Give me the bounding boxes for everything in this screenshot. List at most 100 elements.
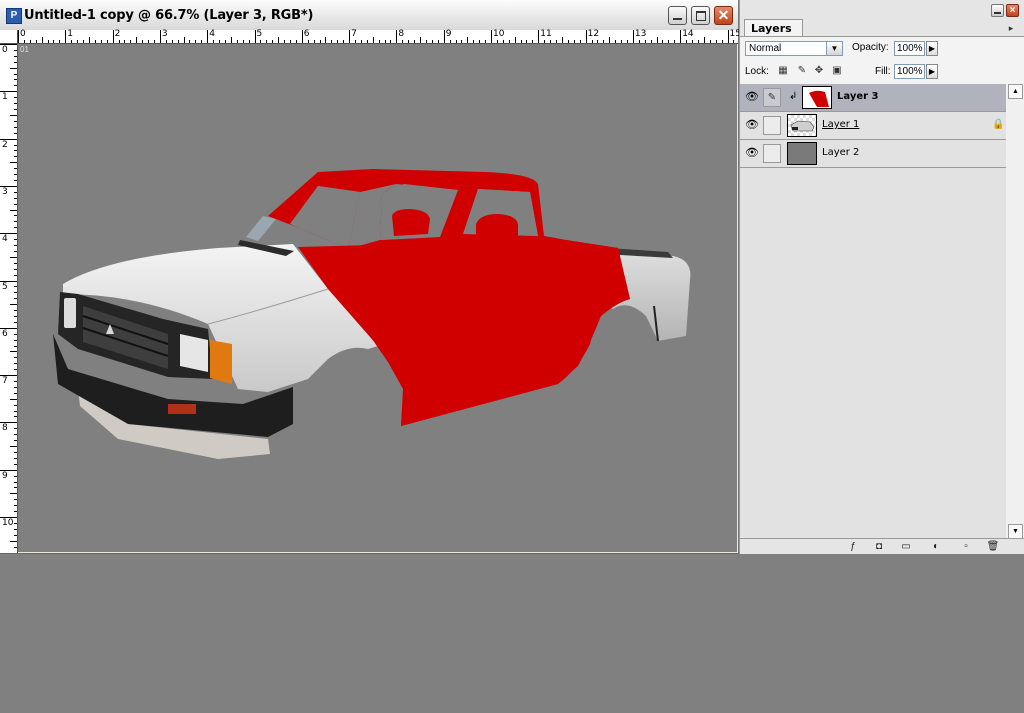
ruler-tick [615,40,617,43]
link-box[interactable] [763,144,781,163]
link-box[interactable] [763,116,781,135]
document-window: P Untitled-1 copy @ 66.7% (Layer 3, RGB*… [0,0,741,554]
layer-row-layer-3[interactable]: 👁 ✎ ↲ Layer 3 [740,84,1006,112]
ruler-tick [313,40,315,43]
ruler-tick [189,40,191,43]
panel-close-button[interactable]: × [1006,4,1019,17]
brush-icon[interactable]: ✎ [763,88,781,107]
ruler-tick [384,40,386,43]
panel-titlebar[interactable]: × [740,0,1024,18]
ruler-tick [14,298,17,300]
ruler-tick [14,505,17,507]
layer-thumbnail [802,86,832,109]
layer-row-layer-1[interactable]: 👁 Layer 1 🔒 [740,112,1006,140]
ruler-tick [485,40,487,43]
ruler-tick [14,250,17,252]
tab-layers[interactable]: Layers [744,19,803,37]
eye-icon[interactable]: 👁 [745,147,759,159]
ruler-tick [325,37,327,43]
ruler-tick [414,40,416,43]
ruler-tick [496,40,498,43]
ruler-tick [538,30,540,43]
scroll-up-icon[interactable]: ▲ [1008,84,1023,99]
ruler-tick [14,179,17,181]
ruler-tick [165,40,167,43]
layers-scrollbar[interactable]: ▲ ▼ [1006,84,1024,539]
ruler-corner[interactable] [0,30,18,44]
ruler-tick [603,40,605,43]
lock-image-brush-icon[interactable]: ✎ [796,65,808,77]
layers-panel: × Layers ▸ Normal ▼ Opacity: 100% ▶ Lock… [739,0,1024,554]
ruler-number: 6 [2,328,8,339]
trash-icon[interactable]: 🗑 [986,540,1000,553]
ruler-tick [213,40,215,43]
ruler-tick [656,37,658,43]
ruler-tick [402,40,404,43]
ruler-vertical[interactable]: 0 1 2 3 4 5 6 7 8 9 10 [0,43,18,553]
lock-label: Lock: [745,66,769,77]
ruler-tick [254,30,256,43]
fill-input[interactable]: 100% [894,64,925,79]
lock-all-icon[interactable]: ▣ [831,65,843,77]
adjustment-layer-icon[interactable]: ◐ [929,540,943,553]
photoshop-icon[interactable]: P [6,8,22,24]
ruler-tick [502,40,504,43]
layer-name: Layer 2 [822,147,860,158]
opacity-input[interactable]: 100% [894,41,925,56]
ruler-tick [674,40,676,43]
ruler-tick [709,40,711,43]
document-titlebar[interactable]: P Untitled-1 copy @ 66.7% (Layer 3, RGB*… [0,0,738,31]
new-group-folder-icon[interactable]: ▭ [899,540,913,553]
maximize-icon [696,11,706,21]
ruler-tick [650,40,652,43]
close-button[interactable]: ✕ [714,6,733,25]
eye-icon[interactable]: 👁 [745,119,759,131]
ruler-tick [14,49,17,51]
new-layer-icon[interactable]: ▫ [959,540,973,553]
ruler-tick [491,30,492,43]
ruler-horizontal[interactable]: 0 1 2 3 4 5 6 7 8 9 10 11 12 13 14 15 [0,29,741,44]
layer-style-icon[interactable]: ƒ [846,540,860,553]
layer-mask-icon[interactable]: ◘ [872,540,886,553]
panel-menu-icon[interactable]: ▸ [1004,23,1018,34]
ruler-tick [319,40,321,43]
lock-transparency-icon[interactable]: ▦ [777,65,789,77]
minimize-button[interactable] [668,6,687,25]
layer-row-layer-2[interactable]: 👁 Layer 2 [740,140,1006,168]
ruler-tick [431,40,433,43]
ruler-tick [14,150,17,152]
ruler-number: 0 [2,45,8,55]
ruler-number: 7 [351,29,357,39]
scroll-down-icon[interactable]: ▼ [1008,524,1023,539]
ruler-tick [14,410,17,412]
image-canvas[interactable]: 01 [18,44,737,552]
fill-slider-button[interactable]: ▶ [926,64,938,79]
panel-minimize-button[interactable] [991,4,1004,17]
ruler-tick [609,37,611,43]
ruler-tick [573,40,575,43]
ruler-tick [10,162,17,164]
ruler-tick [124,40,126,43]
ruler-tick [118,40,120,43]
chevron-down-icon[interactable]: ▼ [826,42,842,55]
ruler-tick [14,463,17,465]
lock-position-move-icon[interactable]: ✥ [813,65,825,77]
maximize-button[interactable] [691,6,710,25]
opacity-slider-button[interactable]: ▶ [926,41,938,56]
ruler-tick [260,40,262,43]
ruler-tick [106,40,108,43]
ruler-tick [148,40,150,43]
ruler-tick [14,79,17,81]
blend-mode-select[interactable]: Normal ▼ [745,41,843,56]
ruler-tick [10,540,17,542]
ruler-tick [224,40,226,43]
ruler-tick [65,30,67,43]
fill-label: Fill: [875,66,891,77]
ruler-number: 8 [398,29,405,39]
eye-icon[interactable]: 👁 [745,91,759,103]
ruler-tick [626,40,628,43]
ruler-tick [14,73,17,75]
ruler-tick [14,203,17,205]
close-icon: ✕ [717,7,730,23]
ruler-tick [378,40,380,43]
